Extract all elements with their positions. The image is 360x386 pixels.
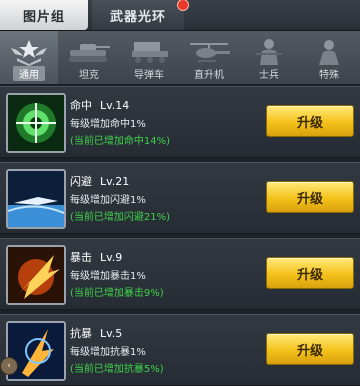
skill-level: Lv.9 [100,251,123,264]
tab-label: 武器光环 [109,9,166,25]
skill-current-bonus: (当前已增加闪避21%) [70,212,171,223]
category-general[interactable]: 通用 [0,31,58,84]
tab-label: 图片组 [22,9,65,25]
notification-dot-icon [177,0,189,11]
critical-strike-icon [6,245,66,305]
skill-description: 每级增加命中1% [70,119,146,130]
skill-row-dodge: 闪避 Lv.21 每级增加闪避1% (当前已增加闪避21%) 升级 [0,162,360,234]
tab-image-group[interactable]: 图片组 [0,0,88,30]
missile-truck-icon [124,37,174,67]
skill-current-bonus: (当前已增加抗暴5%) [70,364,164,375]
skill-description: 每级增加暴击1% [70,271,146,282]
category-label: 士兵 [259,70,279,81]
category-label: 导弹车 [134,70,164,81]
skill-row-critical: 暴击 Lv.9 每级增加暴击1% (当前已增加暴击9%) 升级 [0,238,360,310]
category-special[interactable]: 特殊 [300,31,358,84]
soldier-icon [244,37,294,67]
tab-bar: 图片组 武器光环 [0,0,360,31]
skill-name: 暴击 Lv.9 [70,251,123,264]
category-label: 坦克 [79,70,99,81]
category-tank[interactable]: 坦克 [60,31,118,84]
skill-row-crit-resist: 抗暴 Lv.5 每级增加抗暴1% (当前已增加抗暴5%) 升级 ‹ [0,314,360,386]
skill-row-hit: 命中 Lv.14 每级增加命中1% (当前已增加命中14%) 升级 [0,86,360,158]
skill-level: Lv.21 [100,175,130,188]
upgrade-button[interactable]: 升级 [266,181,354,213]
tab-weapon-aura[interactable]: 武器光环 [92,0,189,30]
skill-level: Lv.5 [100,327,123,340]
helicopter-icon [184,37,234,67]
upgrade-button[interactable]: 升级 [266,257,354,289]
category-label: 特殊 [319,70,339,81]
category-missile-truck[interactable]: 导弹车 [120,31,178,84]
upgrade-button[interactable]: 升级 [266,333,354,365]
skill-name: 命中 Lv.14 [70,99,130,112]
special-unit-icon [304,37,354,67]
dodge-jet-icon [6,169,66,229]
category-label: 通用 [13,66,45,81]
skill-level: Lv.14 [100,99,130,112]
tank-icon [64,37,114,67]
skill-current-bonus: (当前已增加暴击9%) [70,288,164,299]
skill-name: 闪避 Lv.21 [70,175,130,188]
skill-current-bonus: (当前已增加命中14%) [70,136,171,147]
category-bar: 通用 坦克 导弹车 直升机 士兵 特殊 [0,31,360,85]
skill-list: 命中 Lv.14 每级增加命中1% (当前已增加命中14%) 升级 闪避 Lv.21… [0,86,360,386]
wings-star-icon [4,37,54,67]
skill-name: 抗暴 Lv.5 [70,327,123,340]
skill-description: 每级增加闪避1% [70,195,146,206]
category-helicopter[interactable]: 直升机 [180,31,238,84]
category-label: 直升机 [194,70,224,81]
category-soldier[interactable]: 士兵 [240,31,298,84]
upgrade-button[interactable]: 升级 [266,105,354,137]
crosshair-burst-icon [6,93,66,153]
skill-description: 每级增加抗暴1% [70,347,146,358]
